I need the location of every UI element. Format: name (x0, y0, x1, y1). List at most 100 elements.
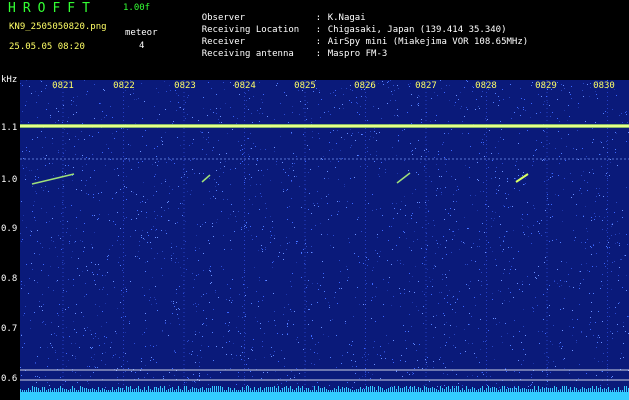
noise-pixel (92, 247, 93, 248)
noise-pixel (544, 181, 545, 182)
noise-pixel (226, 153, 227, 154)
noise-pixel (187, 377, 188, 378)
noise-pixel (374, 161, 375, 162)
noise-pixel (336, 143, 337, 144)
baseline-spike (354, 390, 355, 392)
baseline-spike (378, 386, 379, 392)
noise-pixel (153, 195, 154, 196)
noise-pixel (178, 95, 179, 96)
noise-pixel (449, 229, 450, 230)
noise-pixel (581, 242, 582, 243)
noise-pixel (440, 347, 441, 348)
noise-pixel (591, 247, 592, 248)
noise-pixel (372, 374, 373, 375)
noise-pixel (169, 220, 170, 221)
noise-pixel (612, 338, 613, 339)
noise-pixel (50, 117, 51, 118)
noise-pixel (498, 190, 499, 191)
noise-pixel (270, 180, 271, 181)
baseline-spike (70, 389, 71, 392)
noise-pixel (308, 324, 309, 325)
noise-pixel (48, 358, 49, 359)
noise-pixel (203, 310, 204, 311)
noise-pixel (280, 103, 281, 104)
noise-pixel (37, 230, 38, 231)
noise-pixel (522, 175, 523, 176)
noise-pixel (549, 105, 550, 106)
noise-pixel (94, 84, 95, 85)
noise-pixel (35, 191, 36, 192)
noise-pixel (232, 358, 233, 359)
noise-pixel (165, 109, 166, 110)
noise-pixel (559, 121, 560, 122)
noise-pixel (572, 310, 573, 311)
noise-pixel (21, 284, 22, 285)
noise-pixel (227, 284, 228, 285)
noise-pixel (296, 176, 297, 177)
x-tick-label: 0825 (294, 81, 316, 91)
noise-pixel (404, 196, 405, 197)
noise-pixel (610, 331, 611, 332)
noise-pixel (572, 350, 573, 351)
noise-pixel (316, 88, 317, 89)
noise-pixel (165, 181, 166, 182)
noise-pixel (549, 143, 550, 144)
noise-pixel (323, 334, 324, 335)
noise-pixel (498, 186, 499, 187)
noise-pixel (41, 91, 42, 92)
noise-pixel (523, 172, 524, 173)
noise-pixel (550, 177, 551, 178)
noise-pixel (185, 118, 186, 119)
noise-pixel (330, 320, 331, 321)
noise-pixel (93, 274, 94, 275)
noise-pixel (198, 260, 199, 261)
noise-pixel (554, 281, 555, 282)
noise-pixel (58, 152, 59, 153)
noise-pixel (625, 112, 626, 113)
noise-pixel (561, 138, 562, 139)
noise-pixel (22, 85, 23, 86)
noise-pixel (175, 352, 176, 353)
noise-pixel (472, 343, 473, 344)
baseline-spike (108, 390, 109, 392)
noise-pixel (533, 155, 534, 156)
noise-pixel (65, 150, 66, 151)
noise-pixel (117, 377, 118, 378)
noise-pixel (73, 167, 74, 168)
noise-pixel (608, 242, 609, 243)
noise-pixel (169, 85, 170, 86)
baseline-spike (142, 390, 143, 392)
noise-pixel (63, 153, 64, 154)
baseline-spike (622, 390, 623, 392)
noise-pixel (161, 216, 162, 217)
noise-pixel (499, 387, 500, 388)
noise-pixel (381, 162, 382, 163)
noise-pixel (210, 109, 211, 110)
noise-pixel (161, 183, 162, 184)
noise-pixel (431, 294, 432, 295)
noise-pixel (373, 267, 374, 268)
noise-pixel (513, 258, 514, 259)
noise-pixel (514, 112, 515, 113)
noise-pixel (149, 289, 150, 290)
noise-pixel (243, 312, 244, 313)
noise-pixel (503, 205, 504, 206)
noise-pixel (335, 167, 336, 168)
noise-pixel (270, 354, 271, 355)
noise-pixel (484, 264, 485, 265)
noise-pixel (626, 141, 627, 142)
baseline-spike (316, 390, 317, 392)
noise-pixel (47, 382, 48, 383)
noise-pixel (498, 290, 499, 291)
noise-pixel (509, 388, 510, 389)
noise-pixel (371, 318, 372, 319)
noise-pixel (259, 209, 260, 210)
noise-pixel (552, 112, 553, 113)
noise-pixel (506, 198, 507, 199)
noise-pixel (154, 106, 155, 107)
noise-pixel (467, 264, 468, 265)
noise-pixel (479, 362, 480, 363)
noise-pixel (621, 259, 622, 260)
noise-pixel (102, 353, 103, 354)
noise-pixel (81, 312, 82, 313)
